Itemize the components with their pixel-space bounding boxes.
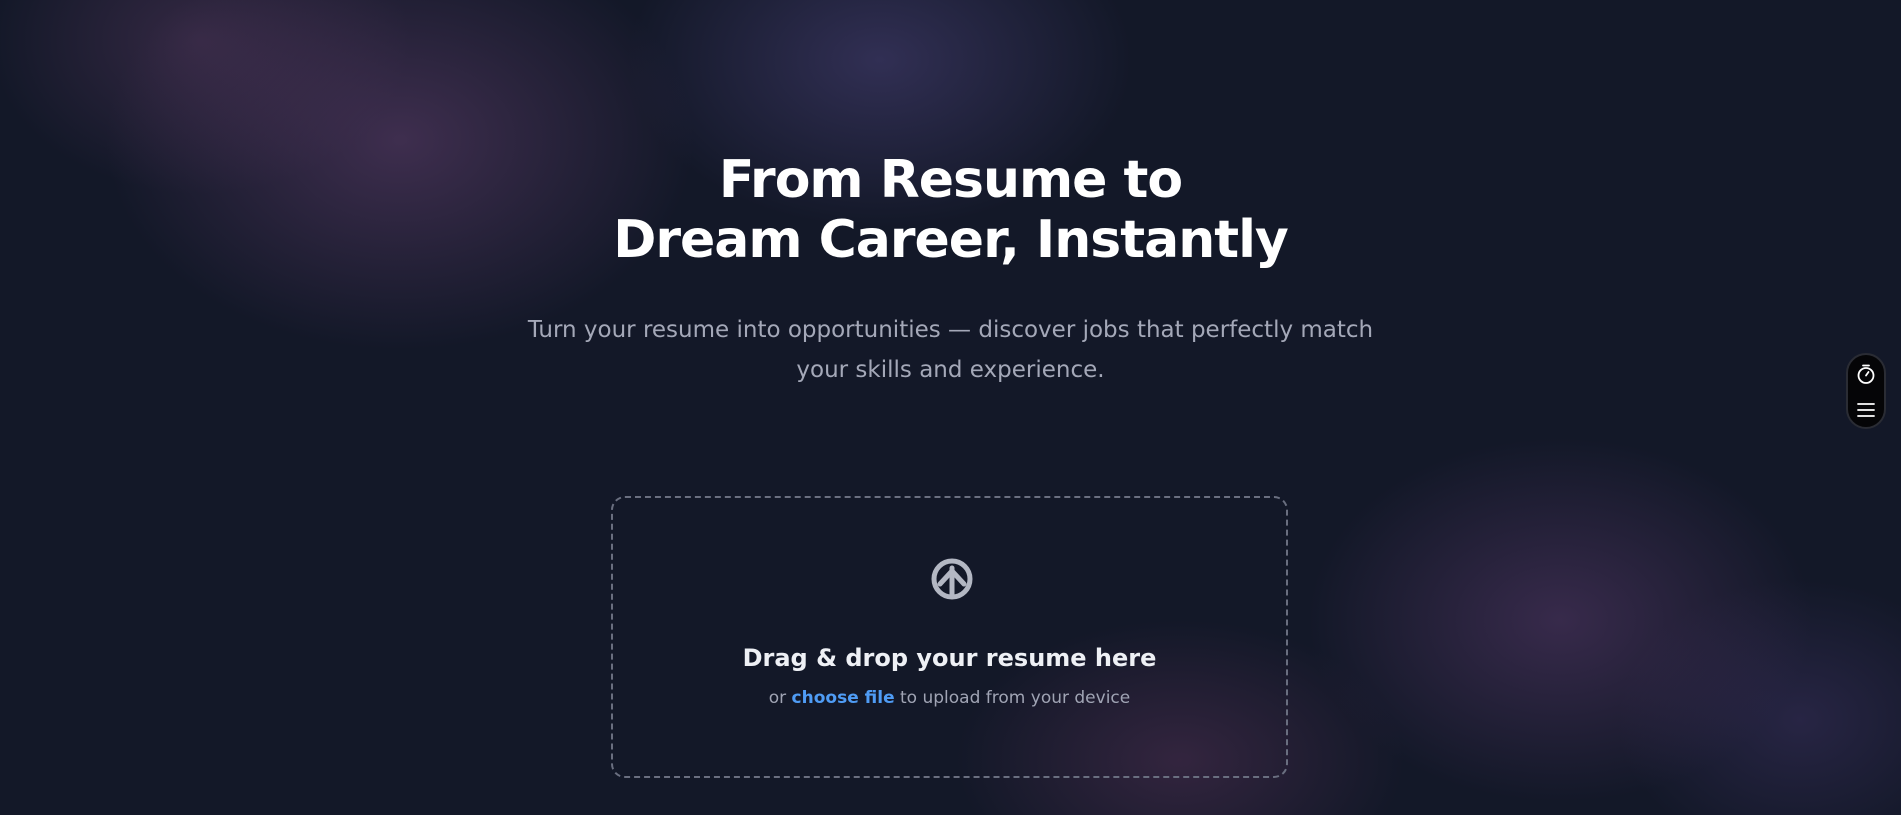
- choose-file-link[interactable]: choose file: [792, 688, 895, 708]
- hero-title: From Resume to Dream Career, Instantly: [0, 150, 1901, 270]
- side-widget: [1846, 353, 1886, 429]
- timer-icon[interactable]: [1855, 363, 1877, 385]
- dropzone-prefix: or: [768, 688, 787, 708]
- hero-title-line1: From Resume to: [718, 150, 1183, 210]
- dropzone-suffix: to upload from your device: [900, 688, 1131, 708]
- dropzone-title: Drag & drop your resume here: [742, 644, 1157, 672]
- hero: From Resume to Dream Career, Instantly T…: [0, 150, 1901, 390]
- resume-dropzone[interactable]: Drag & drop your resume here or choose f…: [611, 496, 1288, 778]
- hero-title-line2: Dream Career, Instantly: [613, 210, 1289, 270]
- menu-icon[interactable]: [1855, 399, 1877, 421]
- page: From Resume to Dream Career, Instantly T…: [0, 0, 1901, 815]
- hero-subtitle: Turn your resume into opportunities — di…: [527, 317, 1374, 383]
- upload-arrow-icon: [931, 558, 973, 600]
- dropzone-subtitle: or choose file to upload from your devic…: [613, 688, 1286, 708]
